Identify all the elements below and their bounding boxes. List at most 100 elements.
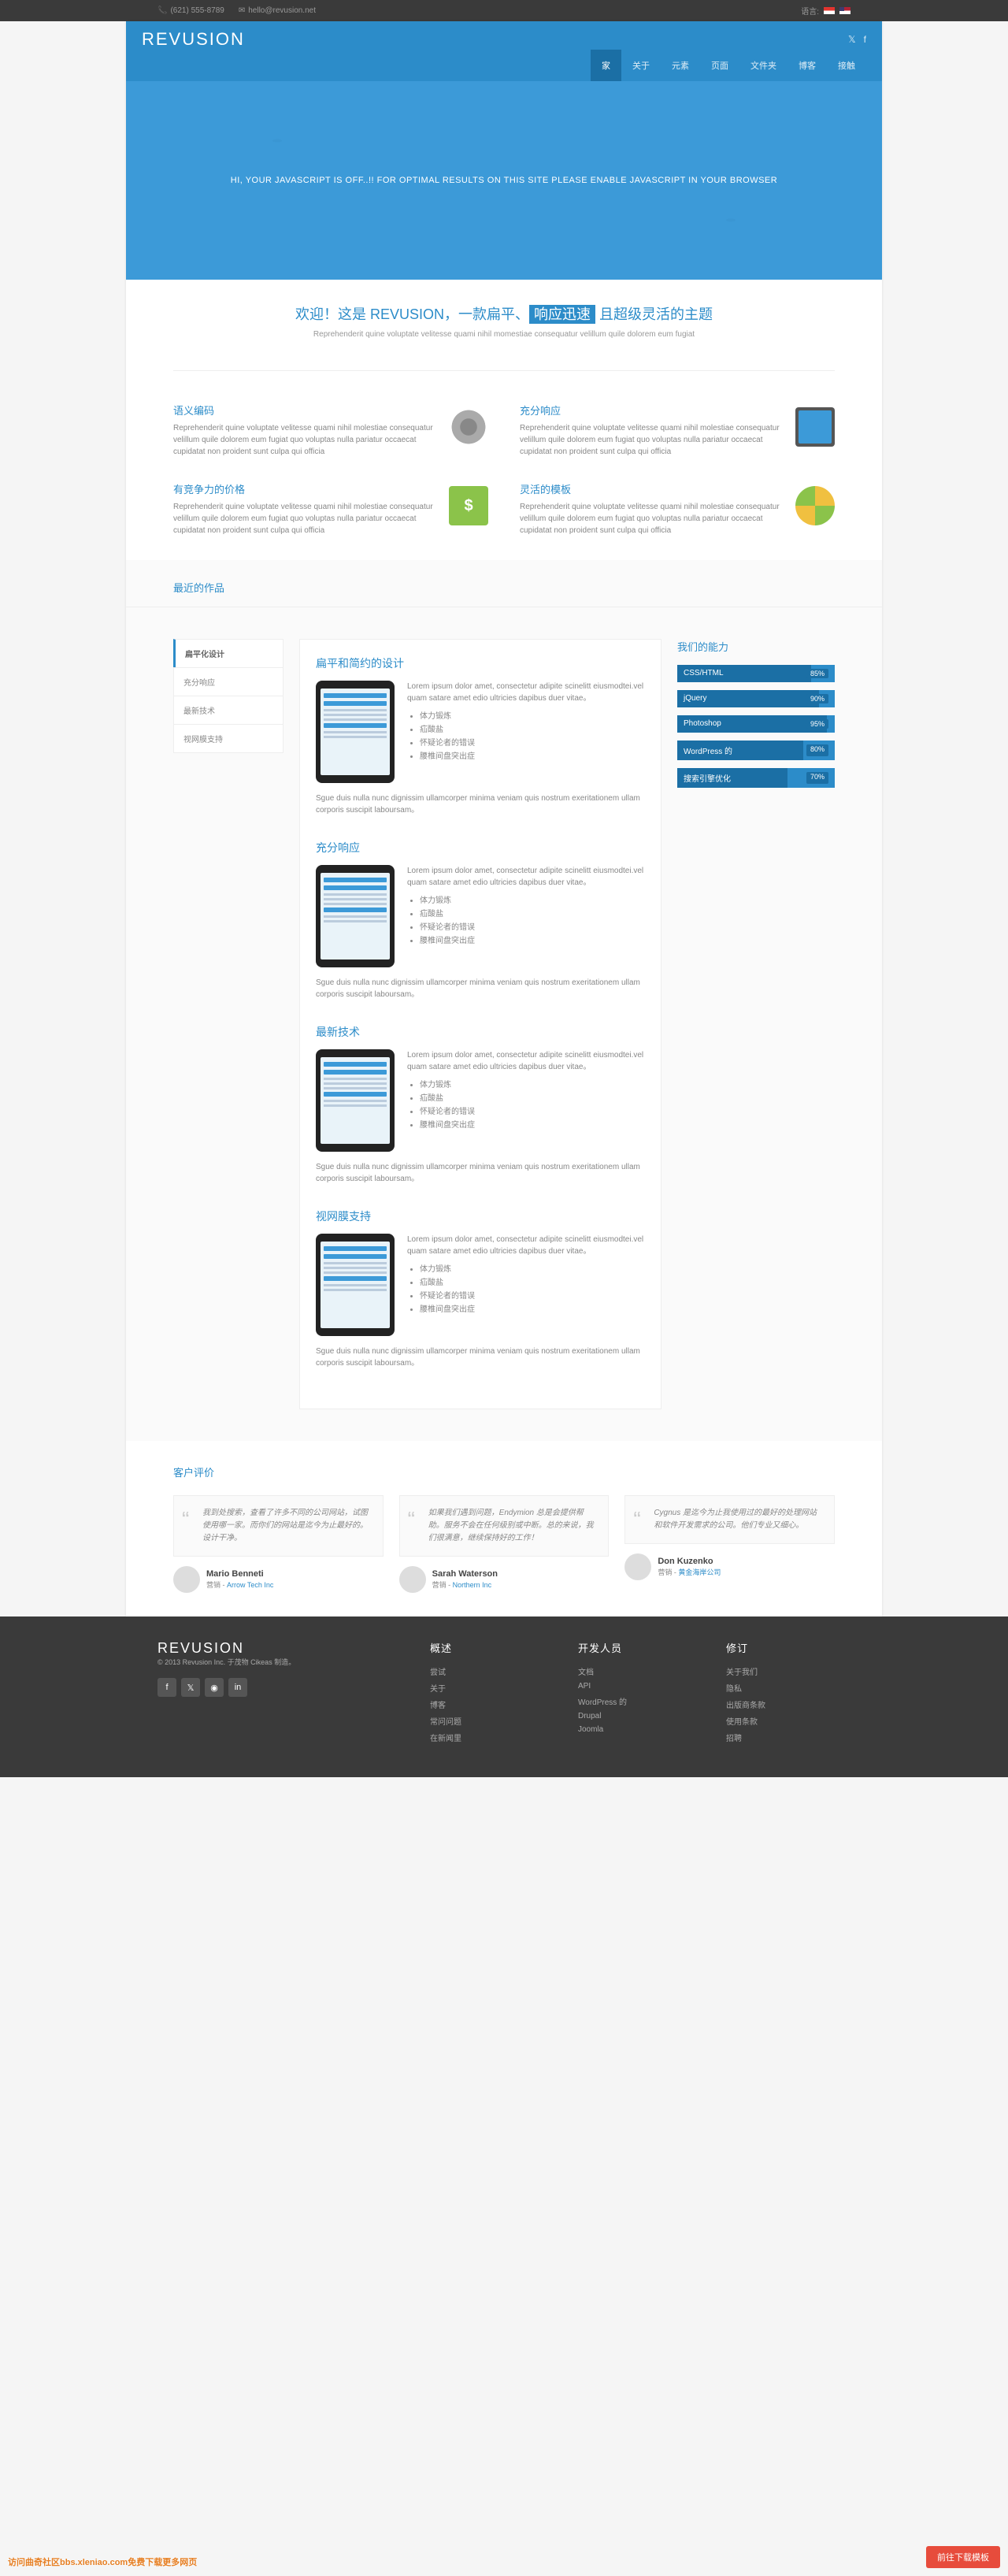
- footer-link[interactable]: API: [578, 1682, 591, 1691]
- article-bullet: 腰椎间盘突出症: [420, 935, 645, 947]
- article-after: Sgue duis nulla nunc dignissim ullamcorp…: [316, 1346, 645, 1369]
- author-company-link[interactable]: 黄金海岸公司: [678, 1568, 721, 1576]
- article-after: Sgue duis nulla nunc dignissim ullamcorp…: [316, 977, 645, 1000]
- article-title: 视网膜支持: [316, 1208, 645, 1224]
- feature-block: 灵活的模板Reprehenderit quine voluptate velit…: [520, 481, 835, 536]
- hero-text: HI, YOUR JAVASCRIPT IS OFF..!! FOR OPTIM…: [231, 176, 777, 185]
- footer-link[interactable]: 关于: [430, 1685, 446, 1694]
- main-nav: 家关于元素页面文件夹博客接触: [591, 50, 866, 81]
- skill-value: 90%: [806, 694, 828, 703]
- nav-item[interactable]: 博客: [788, 50, 827, 81]
- footer-link[interactable]: Drupal: [578, 1712, 601, 1720]
- feature-block: 有竞争力的价格 Reprehenderit quine voluptate vel…: [173, 481, 488, 536]
- article-bullet: 体力锻炼: [420, 1079, 645, 1091]
- footer-link[interactable]: 尝试: [430, 1668, 446, 1677]
- device-mockup-icon: [316, 865, 395, 967]
- intro-title: 欢迎！这是 REVUSION，一款扁平、响应迅速 且超级灵活的主题: [142, 303, 866, 324]
- footer-link[interactable]: 文档: [578, 1668, 594, 1677]
- lang-label: 语言:: [801, 5, 819, 17]
- avatar: [624, 1553, 651, 1580]
- footer-link[interactable]: 招聘: [726, 1735, 742, 1743]
- avatar: [173, 1566, 200, 1593]
- article: 扁平和简约的设计 Lorem ipsum dolor amet, consecte…: [316, 655, 645, 816]
- article: 充分响应Lorem ipsum dolor amet, consectetur …: [316, 840, 645, 1000]
- nav-item[interactable]: 接触: [827, 50, 866, 81]
- quote-text: 我到处搜索，查看了许多不同的公司网站，试图使用哪一家。而你们的网站是迄今为止最好…: [173, 1495, 384, 1557]
- footer-link[interactable]: 博客: [430, 1702, 446, 1710]
- skill-name: CSS/HTML: [684, 669, 724, 678]
- nav-item[interactable]: 元素: [661, 50, 700, 81]
- nav-item[interactable]: 家: [591, 50, 621, 81]
- footer-link[interactable]: 出版商条款: [726, 1702, 765, 1710]
- author-company-link[interactable]: Arrow Tech Inc: [227, 1581, 273, 1589]
- skill-name: Photoshop: [684, 719, 721, 729]
- tab-link[interactable]: 视网膜支持: [173, 724, 284, 753]
- avatar: [399, 1566, 426, 1593]
- author-name: Don Kuzenko: [658, 1557, 721, 1566]
- footer-link[interactable]: 常问问题: [430, 1718, 461, 1727]
- article-bullet: 体力锻炼: [420, 895, 645, 907]
- copyright: © 2013 Revusion Inc. 于茂物 Cikeas 制造。: [158, 1657, 406, 1667]
- flag-us-icon[interactable]: [839, 7, 850, 14]
- footer-dribbble-icon[interactable]: ◉: [205, 1678, 224, 1697]
- flag-id-icon[interactable]: [824, 7, 835, 14]
- footer-link[interactable]: Joomla: [578, 1725, 603, 1734]
- money-icon: [449, 486, 488, 525]
- article-bullet: 怀疑论者的错误: [420, 737, 645, 749]
- testimonial: 如果我们遇到问题，Endymion 总是会提供帮助。服务不会在任何级别或中断。总…: [399, 1495, 610, 1593]
- gear-icon: [449, 407, 488, 447]
- article: 最新技术Lorem ipsum dolor amet, consectetur …: [316, 1024, 645, 1185]
- skill-name: WordPress 的: [684, 744, 732, 756]
- article-bullet: 腰椎间盘突出症: [420, 751, 645, 763]
- footer-col-title: 概述: [430, 1640, 554, 1655]
- article-bullet: 怀疑论者的错误: [420, 1290, 645, 1302]
- device-mockup-icon: [316, 1234, 395, 1336]
- skill-bar: CSS/HTML85%: [677, 665, 835, 682]
- skill-bar: jQuery90%: [677, 690, 835, 707]
- tab-link[interactable]: 最新技术: [173, 696, 284, 724]
- article-bullet: 疝酸盐: [420, 908, 645, 920]
- footer-link[interactable]: 隐私: [726, 1685, 742, 1694]
- nav-item[interactable]: 文件夹: [739, 50, 788, 81]
- feature-title: 语义编码: [173, 403, 433, 418]
- download-template-button[interactable]: 前往下载模板: [926, 2546, 1000, 2568]
- article-intro: Lorem ipsum dolor amet, consectetur adip…: [407, 865, 645, 889]
- twitter-icon[interactable]: 𝕏: [848, 34, 856, 45]
- author-name: Sarah Waterson: [432, 1569, 498, 1579]
- article-title: 最新技术: [316, 1024, 645, 1040]
- article-bullet: 腰椎间盘突出症: [420, 1119, 645, 1131]
- article-after: Sgue duis nulla nunc dignissim ullamcorp…: [316, 1161, 645, 1185]
- footer-link[interactable]: 关于我们: [726, 1668, 758, 1677]
- skill-bar: 搜索引擎优化70%: [677, 768, 835, 788]
- article-bullet: 怀疑论者的错误: [420, 922, 645, 934]
- article-intro: Lorem ipsum dolor amet, consectetur adip…: [407, 681, 645, 704]
- email-info: ✉ hello@revusion.net: [239, 6, 316, 15]
- arrows-icon: [795, 486, 835, 525]
- footer-link[interactable]: 使用条款: [726, 1718, 758, 1727]
- feature-desc: Reprehenderit quine voluptate velitesse …: [520, 501, 780, 536]
- feature-title: 有竞争力的价格: [173, 481, 433, 496]
- article-bullet: 腰椎间盘突出症: [420, 1304, 645, 1316]
- footer-linkedin-icon[interactable]: in: [228, 1678, 247, 1697]
- footer-twitter-icon[interactable]: 𝕏: [181, 1678, 200, 1697]
- feature-desc: Reprehenderit quine voluptate velitesse …: [520, 422, 780, 458]
- feature-block: 语义编码Reprehenderit quine voluptate velite…: [173, 403, 488, 458]
- quote-text: Cygnus 是迄今为止我使用过的最好的处理网站和软件开发需求的公司。他们专业又…: [624, 1495, 835, 1544]
- footer-facebook-icon[interactable]: f: [158, 1678, 176, 1697]
- author-company-link[interactable]: Northern Inc: [453, 1581, 492, 1589]
- feature-desc: Reprehenderit quine voluptate velitesse …: [173, 501, 433, 536]
- footer-link[interactable]: 在新闻里: [430, 1735, 461, 1743]
- intro-subtitle: Reprehenderit quine voluptate velitesse …: [142, 330, 866, 339]
- device-mockup-icon: [316, 1049, 395, 1152]
- skills-title: 我们的能力: [677, 639, 835, 654]
- tab-link[interactable]: 充分响应: [173, 667, 284, 696]
- logo[interactable]: REVUSION: [142, 29, 245, 50]
- tab-link[interactable]: 扁平化设计: [173, 639, 284, 667]
- article-title: 扁平和简约的设计: [316, 655, 645, 671]
- nav-item[interactable]: 页面: [700, 50, 739, 81]
- footer-logo: REVUSION: [158, 1640, 406, 1657]
- nav-item[interactable]: 关于: [621, 50, 661, 81]
- footer-link[interactable]: WordPress 的: [578, 1698, 627, 1707]
- footer-col-title: 开发人员: [578, 1640, 702, 1655]
- facebook-icon[interactable]: f: [864, 34, 866, 45]
